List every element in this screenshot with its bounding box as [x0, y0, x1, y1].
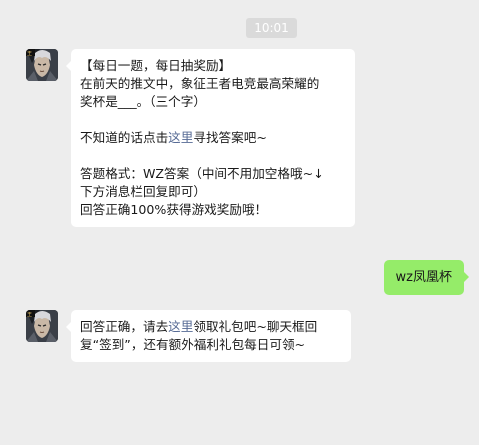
message-bubble-answer: 回答正确，请去这里领取礼包吧~聊天框回 复“签到”，还有额外福利礼包每日可领~	[66, 310, 351, 362]
svg-text:王: 王	[27, 51, 32, 57]
answer-text-after: 领取礼包吧~聊天框回	[193, 319, 318, 334]
hero-portrait-icon: 王	[26, 49, 58, 81]
question-text-line2: 奖杯是___。（三个字）	[80, 94, 206, 109]
message-bubble-question: 【每日一题，每日抽奖励】 在前天的推文中，象征王者电竞最高荣耀的 奖杯是___。…	[66, 49, 355, 227]
sender-avatar-2[interactable]: 王	[26, 310, 58, 342]
hint-text-after: 寻找答案吧~	[193, 130, 267, 145]
answer-line1: 回答正确，请去这里领取礼包吧~聊天框回	[80, 318, 343, 336]
hero-portrait-icon: 王	[26, 310, 58, 342]
svg-text:王: 王	[27, 312, 32, 318]
hint-text: 不知道的话点击	[80, 130, 169, 145]
answer-text: 回答正确，请去	[80, 319, 169, 334]
format-line1: 答题格式：WZ答案（中间不用加空格哦~↓	[80, 166, 324, 181]
message-timestamp: 10:01	[246, 18, 297, 38]
gift-link[interactable]: 这里	[168, 319, 193, 334]
reward-line: 回答正确100%获得游戏奖励哦！	[80, 202, 268, 217]
question-text-line1: 在前天的推文中，象征王者电竞最高荣耀的	[80, 76, 320, 91]
message-bubble-reply: wz凤凰杯	[383, 260, 470, 295]
hint-line: 不知道的话点击这里寻找答案吧~	[80, 129, 347, 147]
reply-text: wz凤凰杯	[395, 270, 452, 285]
question-title: 【每日一题，每日抽奖励】	[80, 58, 232, 73]
format-line2: 下方消息栏回复即可）	[80, 184, 206, 199]
answer-link[interactable]: 这里	[168, 130, 193, 145]
answer-line2: 复“签到”，还有额外福利礼包每日可领~	[80, 337, 306, 352]
sender-avatar[interactable]: 王	[26, 49, 58, 81]
